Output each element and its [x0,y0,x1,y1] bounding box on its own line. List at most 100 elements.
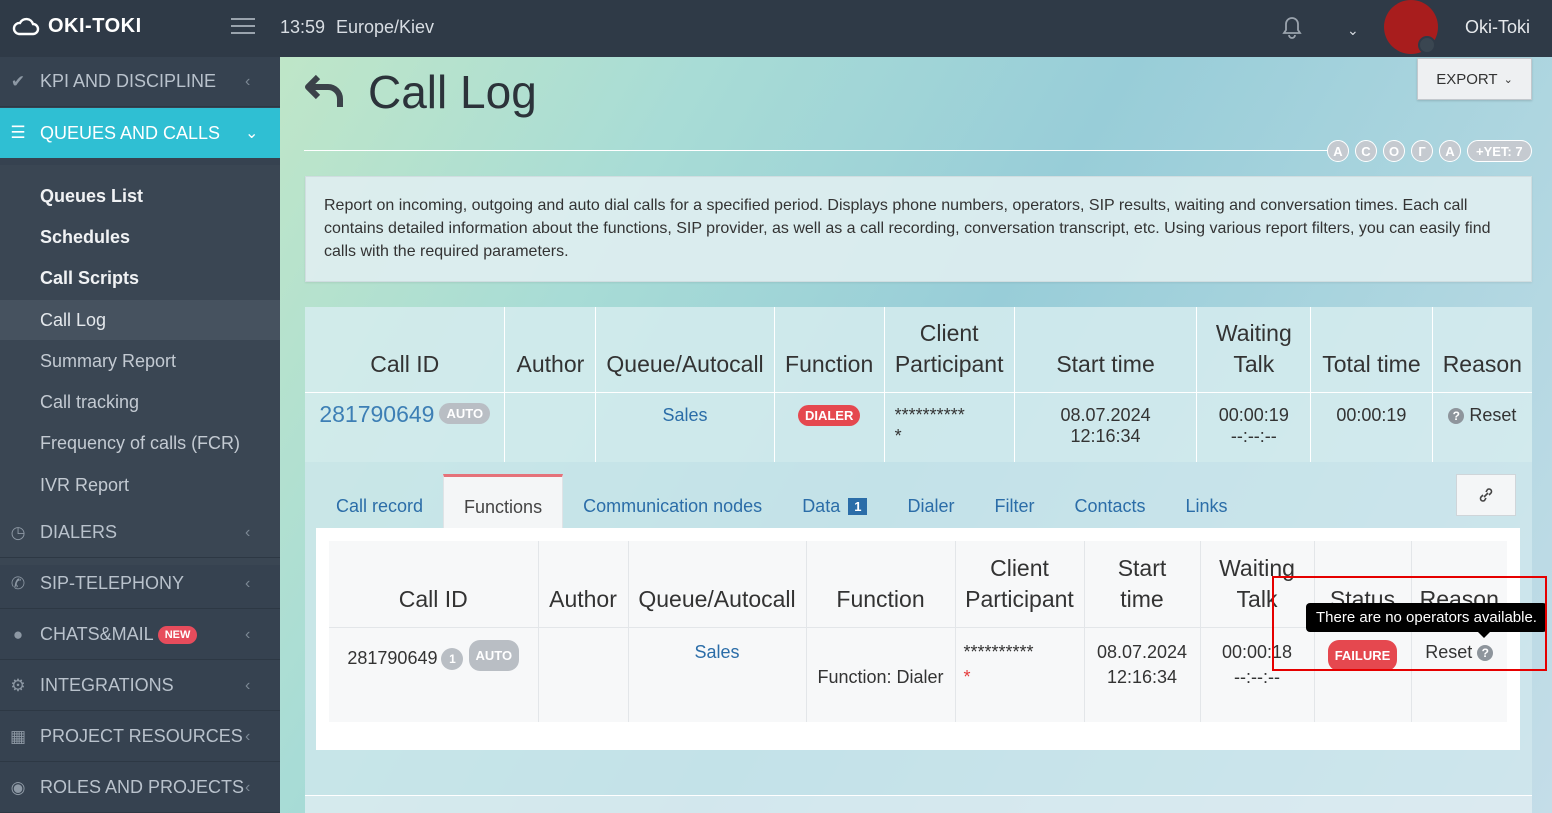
col-start-time[interactable]: Start time [1014,307,1198,393]
chevron-left-icon: ‹ [245,625,251,643]
auto-badge: AUTO [468,639,520,671]
divider [304,150,1329,151]
sidebar-item-call-tracking[interactable]: Call tracking [0,382,280,422]
table-row[interactable]: 281790649 AUTO Sales DIALER ********** * … [305,392,1532,462]
col-client-participant[interactable]: Client Participant [884,307,1015,393]
sidebar-item-fcr[interactable]: Frequency of calls (FCR) [0,423,280,463]
clock-icon: ◷ [10,522,26,542]
tab-dialer[interactable]: Dialer [887,474,974,528]
sidebar-item-schedules[interactable]: Schedules [0,217,280,257]
col-function[interactable]: Function [774,307,885,393]
letter-chip[interactable]: Г [1411,140,1433,162]
header-talk: Talk [1233,350,1275,377]
chevron-down-icon: ⌄ [1503,73,1513,86]
call-log-table-wrap: Call ID Author Queue/Autocall Function C… [305,307,1532,462]
chat-icon: ● [12,624,24,644]
sidebar-section-sip[interactable]: ✆ SIP-TELEPHONY ‹ [0,559,280,609]
check-icon: ✔ [10,71,26,91]
export-button[interactable]: EXPORT ⌄ [1417,58,1532,100]
bell-icon[interactable] [1281,16,1303,40]
sidebar-item-summary-report[interactable]: Summary Report [0,341,280,381]
letters-more-chip[interactable]: +YET: 7 [1467,140,1532,162]
sidebar-section-label: CHATS&MAIL NEW [40,624,198,645]
sidebar-section-resources[interactable]: ▦ PROJECT RESOURCES ‹ [0,712,280,762]
next-row-block [305,795,1532,813]
tab-data-label: Data [802,495,841,516]
header-participant: Participant [965,585,1074,612]
chevron-down-icon[interactable]: ⌄ [1347,22,1359,39]
cell-function: DIALER [774,392,885,462]
header-participant: Participant [894,350,1004,377]
sidebar: ✔ KPI AND DISCIPLINE ‹ ☰ QUEUES AND CALL… [0,57,280,813]
sidebar-item-ivr-report[interactable]: IVR Report [0,465,280,505]
letter-filter: А С О Г А +YET: 7 [1327,140,1532,162]
sidebar-section-label: SIP-TELEPHONY [40,573,185,593]
sidebar-section-queues[interactable]: ☰ QUEUES AND CALLS ⌄ [0,108,280,158]
copy-link-button[interactable] [1456,474,1516,516]
col-total-time[interactable]: Total time [1310,307,1433,393]
header-client: Client [919,319,979,346]
table-header-row: Call ID Author Queue/Autocall Function C… [305,307,1532,393]
detail-tabs: Call record Functions Communication node… [316,474,1248,528]
sidebar-section-dialers[interactable]: ◷ DIALERS ‹ [0,508,280,558]
sidebar-section-integrations[interactable]: ⚙ INTEGRATIONS ‹ [0,661,280,711]
letter-chip[interactable]: А [1439,140,1461,162]
start-date: 08.07.2024 [1096,641,1188,662]
sidebar-section-kpi[interactable]: ✔ KPI AND DISCIPLINE ‹ [0,57,280,107]
sidebar-section-chats[interactable]: ● CHATS&MAIL NEW ‹ [0,610,280,660]
toggle-icon: ◉ [10,777,26,797]
sidebar-section-label: ROLES AND PROJECTS [40,777,245,797]
cell-call-id: 281790649 AUTO [305,392,506,462]
sidebar-item-call-scripts[interactable]: Call Scripts [0,258,280,298]
sidebar-section-text: CHATS&MAIL [40,624,154,644]
cell-author [538,627,629,722]
tab-contacts[interactable]: Contacts [1054,474,1165,528]
app-name: OKI-TOKI [48,14,142,37]
tab-call-record[interactable]: Call record [316,474,443,528]
queue-link[interactable]: Sales [663,405,708,425]
tab-filter[interactable]: Filter [974,474,1054,528]
call-id-link[interactable]: 281790649 [319,401,434,427]
grid-icon: ▦ [9,726,27,746]
link-icon [1479,488,1493,502]
col-waiting-talk[interactable]: Waiting Talk [1196,307,1312,393]
header-waiting: Waiting [1215,319,1292,346]
sidebar-section-label: INTEGRATIONS [40,675,174,695]
sidebar-item-queues-list[interactable]: Queues List [0,176,280,216]
chevron-left-icon: ‹ [245,676,251,694]
col-queue: Queue/Autocall [628,541,807,628]
export-label: EXPORT [1436,70,1498,88]
tab-data[interactable]: Data 1 [782,474,887,528]
waiting-value: 00:00:19 [1218,404,1289,425]
col-author[interactable]: Author [504,307,597,393]
back-arrow-icon[interactable] [304,73,344,109]
report-description: Report on incoming, outgoing and auto di… [305,176,1532,282]
letter-chip[interactable]: С [1355,140,1377,162]
client-masked-tail: * [963,666,971,687]
sidebar-subnav: Queues List Schedules Call Scripts Call … [0,165,280,565]
cell-client: ********** * [884,392,1015,462]
username[interactable]: Oki-Toki [1465,17,1530,38]
col-call-id[interactable]: Call ID [305,307,506,393]
letter-chip[interactable]: А [1327,140,1349,162]
cell-queue: Sales [595,392,775,462]
dialer-badge: DIALER [797,404,861,426]
tab-links[interactable]: Links [1166,474,1248,528]
logo[interactable]: OKI-TOKI [12,14,142,38]
timezone[interactable]: Europe/Kiev [336,17,434,38]
cell-waiting-talk: 00:00:19 --:--:-- [1196,392,1312,462]
sidebar-section-roles[interactable]: ◉ ROLES AND PROJECTS ‹ [0,763,280,813]
sidebar-item-call-log[interactable]: Call Log [0,300,280,340]
help-icon[interactable]: ? [1448,407,1465,424]
col-queue[interactable]: Queue/Autocall [595,307,775,393]
queue-link[interactable]: Sales [694,642,739,662]
tab-communication-nodes[interactable]: Communication nodes [563,474,782,528]
chevron-left-icon: ‹ [245,523,251,541]
chevron-left-icon: ‹ [245,727,251,745]
letter-chip[interactable]: О [1383,140,1405,162]
col-reason[interactable]: Reason [1432,307,1532,393]
menu-toggle-icon[interactable] [231,18,255,36]
gears-icon: ⚙ [10,675,26,695]
highlight-box [1272,576,1547,671]
tab-functions[interactable]: Functions [443,474,564,528]
